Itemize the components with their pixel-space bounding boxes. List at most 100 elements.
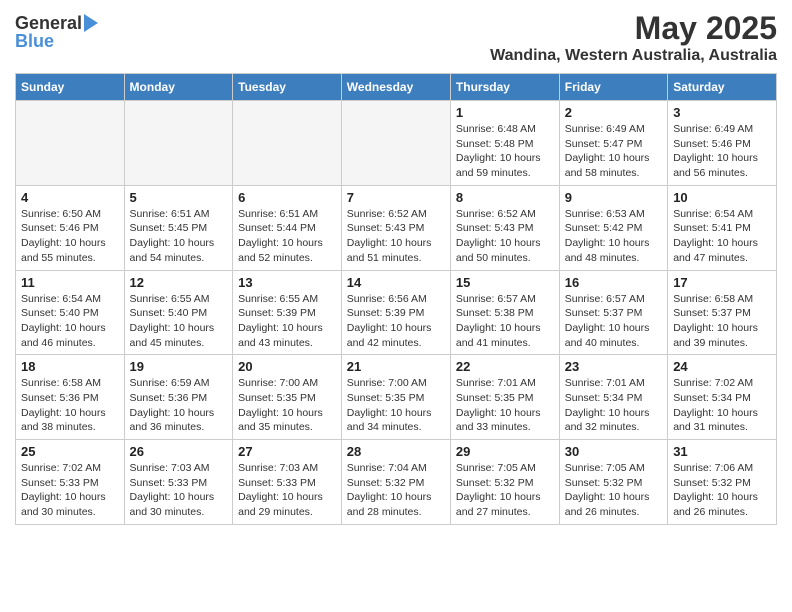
- day-info: Sunrise: 6:51 AMSunset: 5:45 PMDaylight:…: [130, 207, 228, 266]
- day-number: 30: [565, 444, 662, 459]
- day-number: 26: [130, 444, 228, 459]
- day-number: 14: [347, 275, 445, 290]
- day-info: Sunrise: 6:49 AMSunset: 5:46 PMDaylight:…: [673, 122, 771, 181]
- calendar-cell: 17 Sunrise: 6:58 AMSunset: 5:37 PMDayligh…: [668, 270, 777, 355]
- calendar-cell: 24Sunrise: 7:02 AMSunset: 5:34 PMDayligh…: [668, 355, 777, 440]
- calendar-cell: [233, 101, 342, 186]
- calendar-cell: 12Sunrise: 6:55 AMSunset: 5:40 PMDayligh…: [124, 270, 233, 355]
- day-info: Sunrise: 6:51 AMSunset: 5:44 PMDaylight:…: [238, 207, 336, 266]
- day-number: 17: [673, 275, 771, 290]
- day-number: 25: [21, 444, 119, 459]
- calendar-cell: 22Sunrise: 7:01 AMSunset: 5:35 PMDayligh…: [450, 355, 559, 440]
- calendar-cell: 10Sunrise: 6:54 AMSunset: 5:41 PMDayligh…: [668, 185, 777, 270]
- calendar-cell: 19 Sunrise: 6:59 AMSunset: 5:36 PMDayligh…: [124, 355, 233, 440]
- logo-general-text: General: [15, 14, 82, 32]
- day-number: 11: [21, 275, 119, 290]
- day-number: 24: [673, 359, 771, 374]
- day-number: 2: [565, 105, 662, 120]
- day-info: Sunrise: 6:58 AMSunset: 5:36 PMDaylight:…: [21, 376, 119, 435]
- day-number: 29: [456, 444, 554, 459]
- day-info: Sunrise: 6:55 AMSunset: 5:40 PMDaylight:…: [130, 292, 228, 351]
- day-number: 22: [456, 359, 554, 374]
- calendar-cell: 13 Sunrise: 6:55 AMSunset: 5:39 PMDayligh…: [233, 270, 342, 355]
- day-info: Sunrise: 6:58 AMSunset: 5:37 PMDaylight:…: [673, 292, 771, 351]
- calendar-week-row-3: 18 Sunrise: 6:58 AMSunset: 5:36 PMDayligh…: [16, 355, 777, 440]
- calendar-cell: 16 Sunrise: 6:57 AMSunset: 5:37 PMDayligh…: [559, 270, 667, 355]
- day-number: 18: [21, 359, 119, 374]
- calendar-header-row: Sunday Monday Tuesday Wednesday Thursday…: [16, 74, 777, 101]
- day-number: 23: [565, 359, 662, 374]
- header-tuesday: Tuesday: [233, 74, 342, 101]
- logo-arrow-icon: [84, 14, 98, 32]
- day-number: 13: [238, 275, 336, 290]
- day-number: 6: [238, 190, 336, 205]
- calendar-week-row-1: 4 Sunrise: 6:50 AMSunset: 5:46 PMDaylight…: [16, 185, 777, 270]
- day-info: Sunrise: 6:56 AMSunset: 5:39 PMDaylight:…: [347, 292, 445, 351]
- calendar-cell: 25 Sunrise: 7:02 AMSunset: 5:33 PMDayligh…: [16, 440, 125, 525]
- calendar-cell: 26 Sunrise: 7:03 AMSunset: 5:33 PMDayligh…: [124, 440, 233, 525]
- calendar-cell: 2 Sunrise: 6:49 AMSunset: 5:47 PMDaylight…: [559, 101, 667, 186]
- logo: General Blue: [15, 10, 98, 50]
- calendar-cell: 7 Sunrise: 6:52 AMSunset: 5:43 PMDaylight…: [341, 185, 450, 270]
- header-thursday: Thursday: [450, 74, 559, 101]
- day-number: 1: [456, 105, 554, 120]
- day-number: 7: [347, 190, 445, 205]
- day-number: 28: [347, 444, 445, 459]
- calendar-cell: 31 Sunrise: 7:06 AMSunset: 5:32 PMDayligh…: [668, 440, 777, 525]
- header-friday: Friday: [559, 74, 667, 101]
- calendar-cell: 28 Sunrise: 7:04 AMSunset: 5:32 PMDayligh…: [341, 440, 450, 525]
- day-number: 31: [673, 444, 771, 459]
- calendar-cell: 18 Sunrise: 6:58 AMSunset: 5:36 PMDayligh…: [16, 355, 125, 440]
- day-info: Sunrise: 6:54 AMSunset: 5:41 PMDaylight:…: [673, 207, 771, 266]
- day-info: Sunrise: 6:52 AMSunset: 5:43 PMDaylight:…: [347, 207, 445, 266]
- calendar-week-row-4: 25 Sunrise: 7:02 AMSunset: 5:33 PMDayligh…: [16, 440, 777, 525]
- day-info: Sunrise: 6:53 AMSunset: 5:42 PMDaylight:…: [565, 207, 662, 266]
- day-number: 15: [456, 275, 554, 290]
- day-info: Sunrise: 6:57 AMSunset: 5:37 PMDaylight:…: [565, 292, 662, 351]
- day-info: Sunrise: 6:50 AMSunset: 5:46 PMDaylight:…: [21, 207, 119, 266]
- day-info: Sunrise: 7:04 AMSunset: 5:32 PMDaylight:…: [347, 461, 445, 520]
- day-number: 21: [347, 359, 445, 374]
- calendar-cell: 8Sunrise: 6:52 AMSunset: 5:43 PMDaylight…: [450, 185, 559, 270]
- day-info: Sunrise: 7:01 AMSunset: 5:34 PMDaylight:…: [565, 376, 662, 435]
- day-number: 9: [565, 190, 662, 205]
- calendar-cell: 20 Sunrise: 7:00 AMSunset: 5:35 PMDayligh…: [233, 355, 342, 440]
- day-number: 16: [565, 275, 662, 290]
- calendar-cell: 3 Sunrise: 6:49 AMSunset: 5:46 PMDaylight…: [668, 101, 777, 186]
- calendar-cell: [341, 101, 450, 186]
- calendar-week-row-0: 1Sunrise: 6:48 AMSunset: 5:48 PMDaylight…: [16, 101, 777, 186]
- calendar-table: Sunday Monday Tuesday Wednesday Thursday…: [15, 73, 777, 525]
- month-title: May 2025: [490, 10, 777, 47]
- calendar-cell: 1Sunrise: 6:48 AMSunset: 5:48 PMDaylight…: [450, 101, 559, 186]
- day-number: 4: [21, 190, 119, 205]
- day-number: 27: [238, 444, 336, 459]
- day-info: Sunrise: 7:00 AMSunset: 5:35 PMDaylight:…: [347, 376, 445, 435]
- header-sunday: Sunday: [16, 74, 125, 101]
- calendar-cell: 5Sunrise: 6:51 AMSunset: 5:45 PMDaylight…: [124, 185, 233, 270]
- day-number: 19: [130, 359, 228, 374]
- title-area: May 2025 Wandina, Western Australia, Aus…: [490, 10, 777, 65]
- calendar-cell: 4 Sunrise: 6:50 AMSunset: 5:46 PMDaylight…: [16, 185, 125, 270]
- calendar-cell: 14 Sunrise: 6:56 AMSunset: 5:39 PMDayligh…: [341, 270, 450, 355]
- day-info: Sunrise: 6:54 AMSunset: 5:40 PMDaylight:…: [21, 292, 119, 351]
- day-info: Sunrise: 7:03 AMSunset: 5:33 PMDaylight:…: [130, 461, 228, 520]
- header: General Blue May 2025 Wandina, Western A…: [15, 10, 777, 65]
- day-info: Sunrise: 7:05 AMSunset: 5:32 PMDaylight:…: [456, 461, 554, 520]
- day-number: 3: [673, 105, 771, 120]
- day-info: Sunrise: 6:49 AMSunset: 5:47 PMDaylight:…: [565, 122, 662, 181]
- day-number: 8: [456, 190, 554, 205]
- day-info: Sunrise: 7:05 AMSunset: 5:32 PMDaylight:…: [565, 461, 662, 520]
- calendar-cell: 27 Sunrise: 7:03 AMSunset: 5:33 PMDayligh…: [233, 440, 342, 525]
- header-saturday: Saturday: [668, 74, 777, 101]
- day-info: Sunrise: 6:55 AMSunset: 5:39 PMDaylight:…: [238, 292, 336, 351]
- calendar-cell: 29 Sunrise: 7:05 AMSunset: 5:32 PMDayligh…: [450, 440, 559, 525]
- header-wednesday: Wednesday: [341, 74, 450, 101]
- day-info: Sunrise: 7:03 AMSunset: 5:33 PMDaylight:…: [238, 461, 336, 520]
- day-info: Sunrise: 7:06 AMSunset: 5:32 PMDaylight:…: [673, 461, 771, 520]
- day-number: 20: [238, 359, 336, 374]
- calendar-cell: 11 Sunrise: 6:54 AMSunset: 5:40 PMDayligh…: [16, 270, 125, 355]
- calendar-cell: 15Sunrise: 6:57 AMSunset: 5:38 PMDayligh…: [450, 270, 559, 355]
- day-info: Sunrise: 6:59 AMSunset: 5:36 PMDaylight:…: [130, 376, 228, 435]
- day-info: Sunrise: 7:02 AMSunset: 5:33 PMDaylight:…: [21, 461, 119, 520]
- day-info: Sunrise: 7:00 AMSunset: 5:35 PMDaylight:…: [238, 376, 336, 435]
